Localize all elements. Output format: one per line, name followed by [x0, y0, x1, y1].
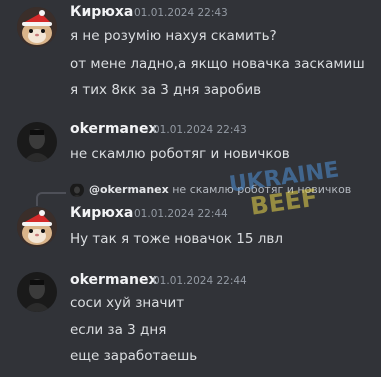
author-name[interactable]: Кирюха — [70, 205, 133, 221]
dark-portrait-icon — [70, 184, 84, 197]
reply-snippet: не скамлю роботяг и новичков — [172, 183, 352, 196]
reply-author: @okermanex — [89, 183, 169, 196]
avatar-okermanex[interactable] — [17, 122, 57, 162]
reply-avatar[interactable] — [70, 183, 84, 197]
reply-preview[interactable]: @okermanex не скамлю роботяг и новичков — [89, 183, 351, 196]
message-text: от мене ладно,а якщо новачка заскамиш — [70, 56, 365, 72]
message-text: Ну так я тоже новачок 15 лвл — [70, 231, 283, 247]
message-timestamp: 01.01.2024 22:43 — [134, 7, 228, 19]
message-timestamp: 01.01.2024 22:43 — [153, 124, 247, 136]
message-timestamp: 01.01.2024 22:44 — [134, 208, 228, 220]
avatar-kiryukha[interactable] — [17, 207, 57, 247]
hamster-with-santa-hat-icon — [17, 7, 57, 47]
reply-connector — [36, 192, 66, 206]
author-name[interactable]: Кирюха — [70, 4, 133, 20]
message-timestamp: 01.01.2024 22:44 — [153, 275, 247, 287]
avatar-kiryukha[interactable] — [17, 7, 57, 47]
avatar-okermanex[interactable] — [17, 272, 57, 312]
dark-portrait-icon — [17, 272, 57, 312]
message-text: если за 3 дня — [70, 322, 167, 338]
message-text: соси хуй значит — [70, 295, 185, 311]
message-text: я тих 8кк за 3 дня заробив — [70, 82, 262, 98]
author-name[interactable]: okermanex — [70, 272, 157, 288]
hamster-with-santa-hat-icon — [17, 207, 57, 247]
dark-portrait-icon — [17, 122, 57, 162]
message-text: еще заработаешь — [70, 348, 198, 364]
message-text: я не розумію нахуя скамить? — [70, 28, 277, 44]
message-text: не скамлю роботяг и новичков — [70, 146, 290, 162]
author-name[interactable]: okermanex — [70, 121, 157, 137]
